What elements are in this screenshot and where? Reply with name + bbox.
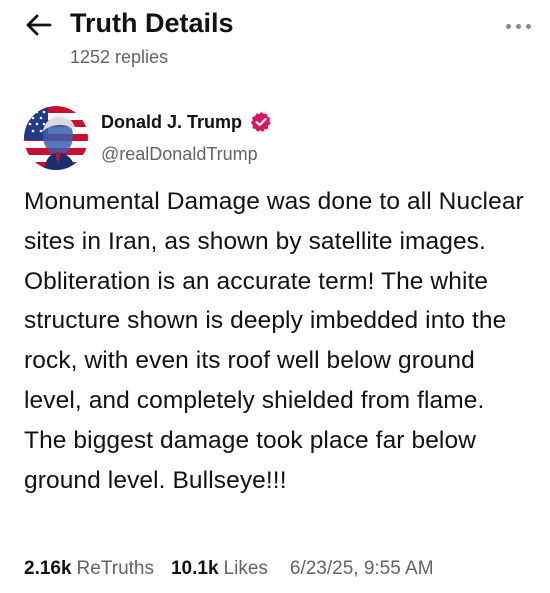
post-author: Donald J. Trump @realDonaldTrump xyxy=(24,106,524,170)
likes-count: 10.1k xyxy=(170,558,219,579)
likes-stat[interactable]: 10.1k Likes xyxy=(171,556,268,582)
retruths-label: ReTruths xyxy=(76,558,154,579)
page-header: Truth Details 1252 replies xyxy=(0,0,550,80)
retruths-count: 2.16k xyxy=(24,558,72,579)
avatar-image xyxy=(24,106,88,170)
replies-count[interactable]: 1252 replies xyxy=(70,45,168,69)
verified-check-icon xyxy=(250,111,272,133)
author-name-row: Donald J. Trump xyxy=(101,110,272,134)
retruths-stat[interactable]: 2.16k ReTruths xyxy=(24,556,154,582)
post-stats: 2.16k ReTruths 10.1k Likes 6/23/25, 9:55… xyxy=(24,556,544,582)
likes-label: Likes xyxy=(223,558,268,579)
page-title: Truth Details xyxy=(70,8,234,38)
arrow-left-icon xyxy=(26,14,52,36)
more-horizontal-icon xyxy=(505,23,531,29)
post-text: Monumental Damage was done to all Nuclea… xyxy=(24,188,524,494)
more-options-button[interactable] xyxy=(498,14,538,38)
post-timestamp: 6/23/25, 9:55 AM xyxy=(289,558,434,579)
back-button[interactable] xyxy=(22,8,56,42)
author-handle[interactable]: @realDonaldTrump xyxy=(101,142,258,166)
author-display-name[interactable]: Donald J. Trump xyxy=(101,110,242,134)
avatar[interactable] xyxy=(24,106,88,170)
